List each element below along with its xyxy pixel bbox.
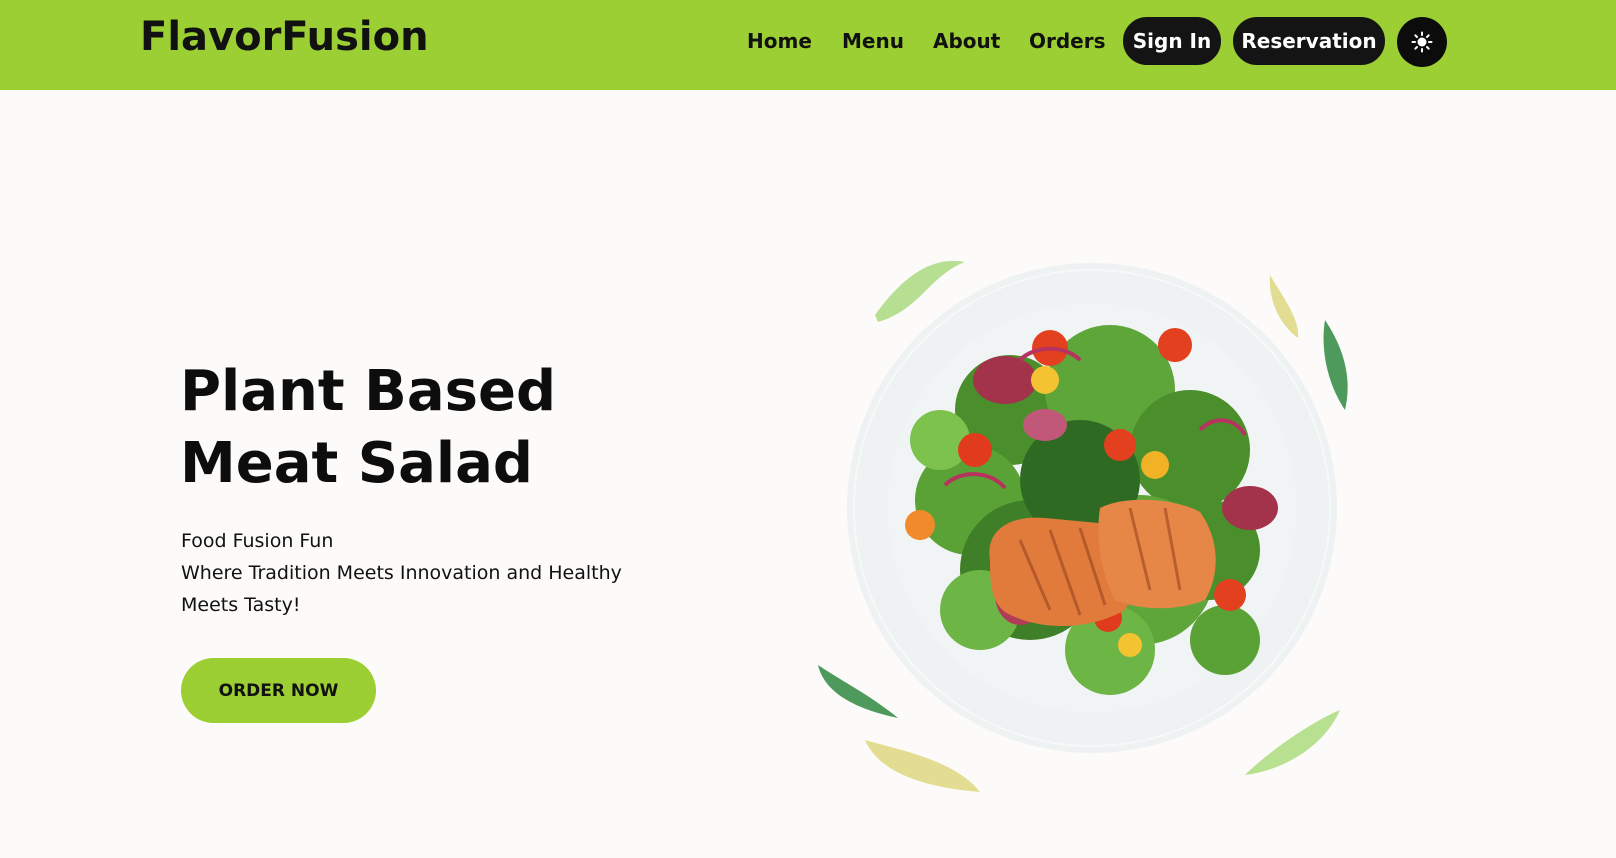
nav-link-orders[interactable]: Orders xyxy=(1029,29,1106,53)
leaf-decoration xyxy=(865,740,980,792)
leaf-decoration xyxy=(1323,320,1348,410)
theme-toggle-button[interactable] xyxy=(1397,17,1447,67)
navbar: FlavorFusion Home Menu About Orders Sign… xyxy=(0,0,1616,90)
nav-link-home[interactable]: Home xyxy=(747,29,812,53)
hero-title: Plant Based Meat Salad xyxy=(180,356,556,500)
leaf-decoration xyxy=(1269,275,1299,338)
reservation-button[interactable]: Reservation xyxy=(1233,17,1385,65)
hero-title-line: Meat Salad xyxy=(180,431,533,496)
hero-subtitle-line: Food Fusion Fun xyxy=(181,530,334,552)
hero-subtitle-line: Meets Tasty! xyxy=(181,594,301,616)
hero-subtitle-line: Where Tradition Meets Innovation and Hea… xyxy=(181,562,622,584)
nav-link-about[interactable]: About xyxy=(933,29,1000,53)
order-now-button[interactable]: ORDER NOW xyxy=(181,658,376,723)
hero-subtitle: Food Fusion Fun Where Tradition Meets In… xyxy=(181,525,681,621)
salad-plate-image xyxy=(818,260,1348,792)
leaf-decoration xyxy=(818,665,898,718)
leaf-decoration xyxy=(1245,710,1340,775)
brand-logo[interactable]: FlavorFusion xyxy=(140,14,429,60)
hero-title-line: Plant Based xyxy=(180,359,557,424)
sun-icon xyxy=(1411,31,1433,53)
nav-link-menu[interactable]: Menu xyxy=(842,29,904,53)
sign-in-button[interactable]: Sign In xyxy=(1123,17,1221,65)
